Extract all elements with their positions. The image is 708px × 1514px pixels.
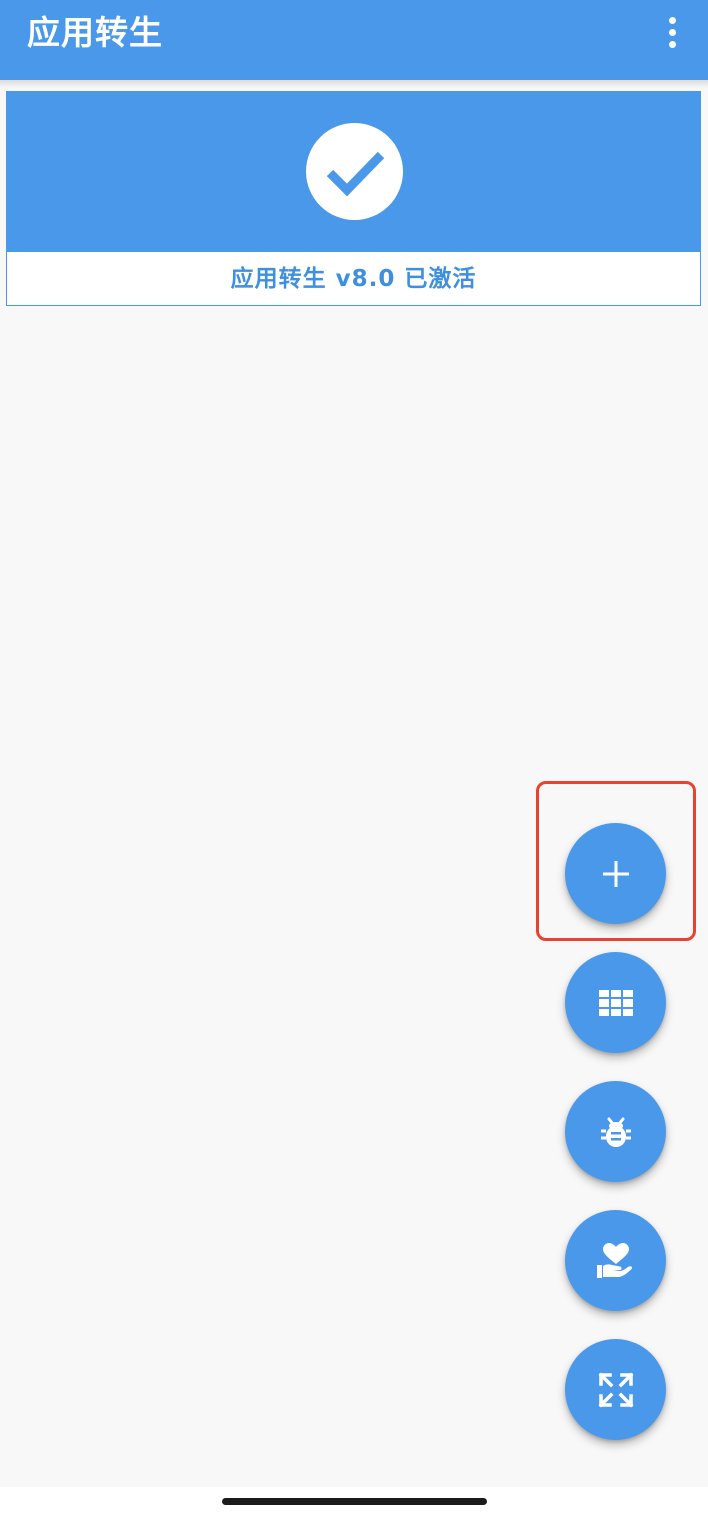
debug-button[interactable] — [565, 1081, 666, 1182]
more-vert-icon[interactable] — [654, 12, 690, 52]
status-card-banner — [7, 92, 700, 252]
add-button[interactable] — [565, 823, 666, 924]
app-title: 应用转生 — [27, 13, 163, 52]
expand-button[interactable] — [565, 1339, 666, 1440]
heart-hand-icon — [596, 1242, 632, 1278]
app-bar: 应用转生 — [0, 0, 708, 80]
menu-dot — [668, 16, 676, 24]
apps-grid-button[interactable] — [565, 952, 666, 1053]
app-bar-shadow — [0, 80, 708, 88]
grid-icon — [598, 989, 633, 1016]
home-indicator[interactable] — [222, 1498, 487, 1505]
activation-status-card[interactable]: 应用转生 v8.0 已激活 — [6, 91, 701, 306]
checkmark-icon — [326, 151, 384, 196]
system-nav-bar — [0, 1487, 708, 1514]
expand-arrows-icon — [598, 1372, 633, 1407]
bug-icon — [600, 1117, 631, 1147]
menu-dot — [668, 28, 676, 36]
donate-button[interactable] — [565, 1210, 666, 1311]
check-circle-icon — [306, 123, 403, 220]
app-screen: 应用转生 应用转生 v8.0 已激活 — [0, 0, 708, 1514]
plus-icon — [602, 860, 629, 887]
activation-status-text: 应用转生 v8.0 已激活 — [230, 266, 477, 292]
menu-dot — [668, 40, 676, 48]
